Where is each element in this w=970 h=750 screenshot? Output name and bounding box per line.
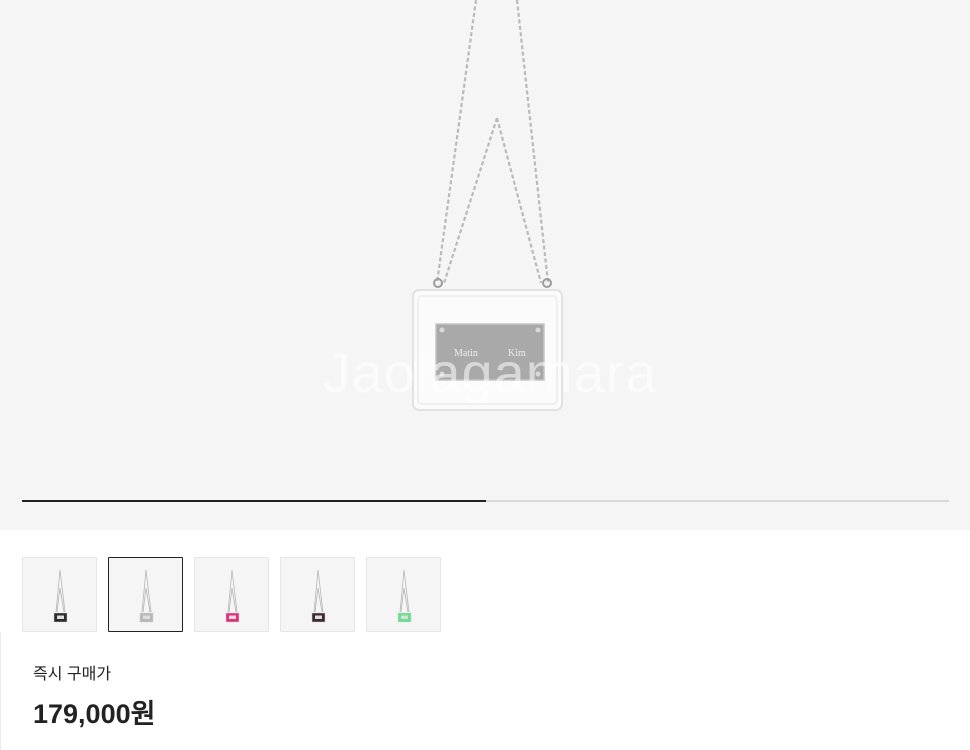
thumbnail-list [22, 557, 441, 632]
thumbnail-image [311, 569, 326, 623]
product-image: Matin Kim [412, 0, 563, 411]
plate-text-right: Kim [508, 348, 526, 359]
product-image-gallery[interactable]: Matin Kim Jaolagamara [0, 0, 970, 530]
thumbnail-image [53, 569, 68, 623]
thumbnail-silver[interactable] [108, 557, 183, 632]
thumbnail-black[interactable] [22, 557, 97, 632]
thumbnail-image [139, 569, 154, 623]
instant-buy-price-label: 즉시 구매가 [33, 666, 112, 683]
plate-text-left: Matin [454, 348, 478, 359]
thumbnail-pink[interactable] [194, 557, 269, 632]
divider [0, 632, 1, 750]
price-section: 즉시 구매가 179,000원 [33, 660, 155, 731]
thumbnail-image [397, 569, 412, 623]
thumbnail-green[interactable] [366, 557, 441, 632]
instant-buy-price: 179,000원 [33, 699, 156, 729]
gallery-progress-track [22, 500, 949, 502]
thumbnail-dark[interactable] [280, 557, 355, 632]
gallery-progress-fill [22, 500, 486, 502]
thumbnail-image [225, 569, 240, 623]
